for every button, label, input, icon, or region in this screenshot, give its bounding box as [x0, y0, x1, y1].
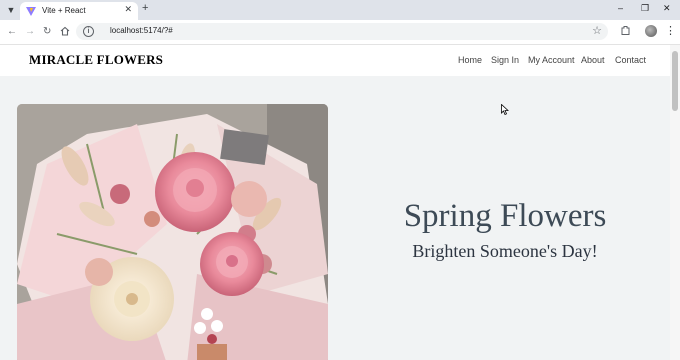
- tab-title: Vite + React: [42, 6, 86, 15]
- nav-home[interactable]: Home: [458, 55, 482, 65]
- minimize-icon[interactable]: –: [618, 3, 623, 13]
- back-icon[interactable]: ←: [7, 26, 17, 37]
- flower-bouquet-image: [17, 104, 328, 360]
- nav-my-account[interactable]: My Account: [528, 55, 575, 65]
- menu-icon[interactable]: ⋮: [665, 24, 676, 37]
- info-icon[interactable]: i: [83, 26, 94, 37]
- reload-icon[interactable]: ↻: [43, 26, 51, 37]
- profile-avatar[interactable]: [645, 25, 657, 37]
- home-icon[interactable]: [60, 26, 70, 36]
- url-text: localhost:5174/?#: [110, 26, 173, 35]
- forward-icon[interactable]: →: [25, 26, 35, 37]
- site-header: MIRACLE FLOWERS Home Sign In My Account …: [0, 45, 670, 76]
- address-bar[interactable]: i localhost:5174/?# ☆: [76, 23, 608, 40]
- hero-subtitle: Brighten Someone's Day!: [412, 241, 598, 261]
- extensions-icon[interactable]: [620, 25, 631, 36]
- vite-favicon-icon: [26, 7, 36, 16]
- close-icon[interactable]: ✕: [124, 4, 132, 15]
- nav-about[interactable]: About: [581, 55, 605, 65]
- star-icon[interactable]: ☆: [592, 24, 602, 37]
- scrollbar-thumb[interactable]: [672, 51, 678, 111]
- close-window-icon[interactable]: ✕: [663, 3, 671, 14]
- tab-list-icon[interactable]: ▼: [4, 3, 18, 17]
- browser-toolbar: ← → ↻ i localhost:5174/?# ☆ ⋮: [0, 20, 680, 45]
- nav-sign-in[interactable]: Sign In: [491, 55, 519, 65]
- hero-title: Spring Flowers: [403, 198, 607, 234]
- page-scrollbar[interactable]: [670, 45, 680, 360]
- nav-contact[interactable]: Contact: [615, 55, 646, 65]
- browser-tab[interactable]: Vite + React ✕: [20, 2, 138, 20]
- restore-icon[interactable]: ❐: [641, 3, 649, 14]
- mouse-cursor-icon: [501, 104, 509, 115]
- site-logo[interactable]: MIRACLE FLOWERS: [29, 52, 163, 68]
- page-viewport: MIRACLE FLOWERS Home Sign In My Account …: [0, 45, 670, 360]
- plus-icon[interactable]: +: [142, 2, 148, 14]
- tab-strip: ▼ Vite + React ✕ + – ❐ ✕: [0, 0, 680, 20]
